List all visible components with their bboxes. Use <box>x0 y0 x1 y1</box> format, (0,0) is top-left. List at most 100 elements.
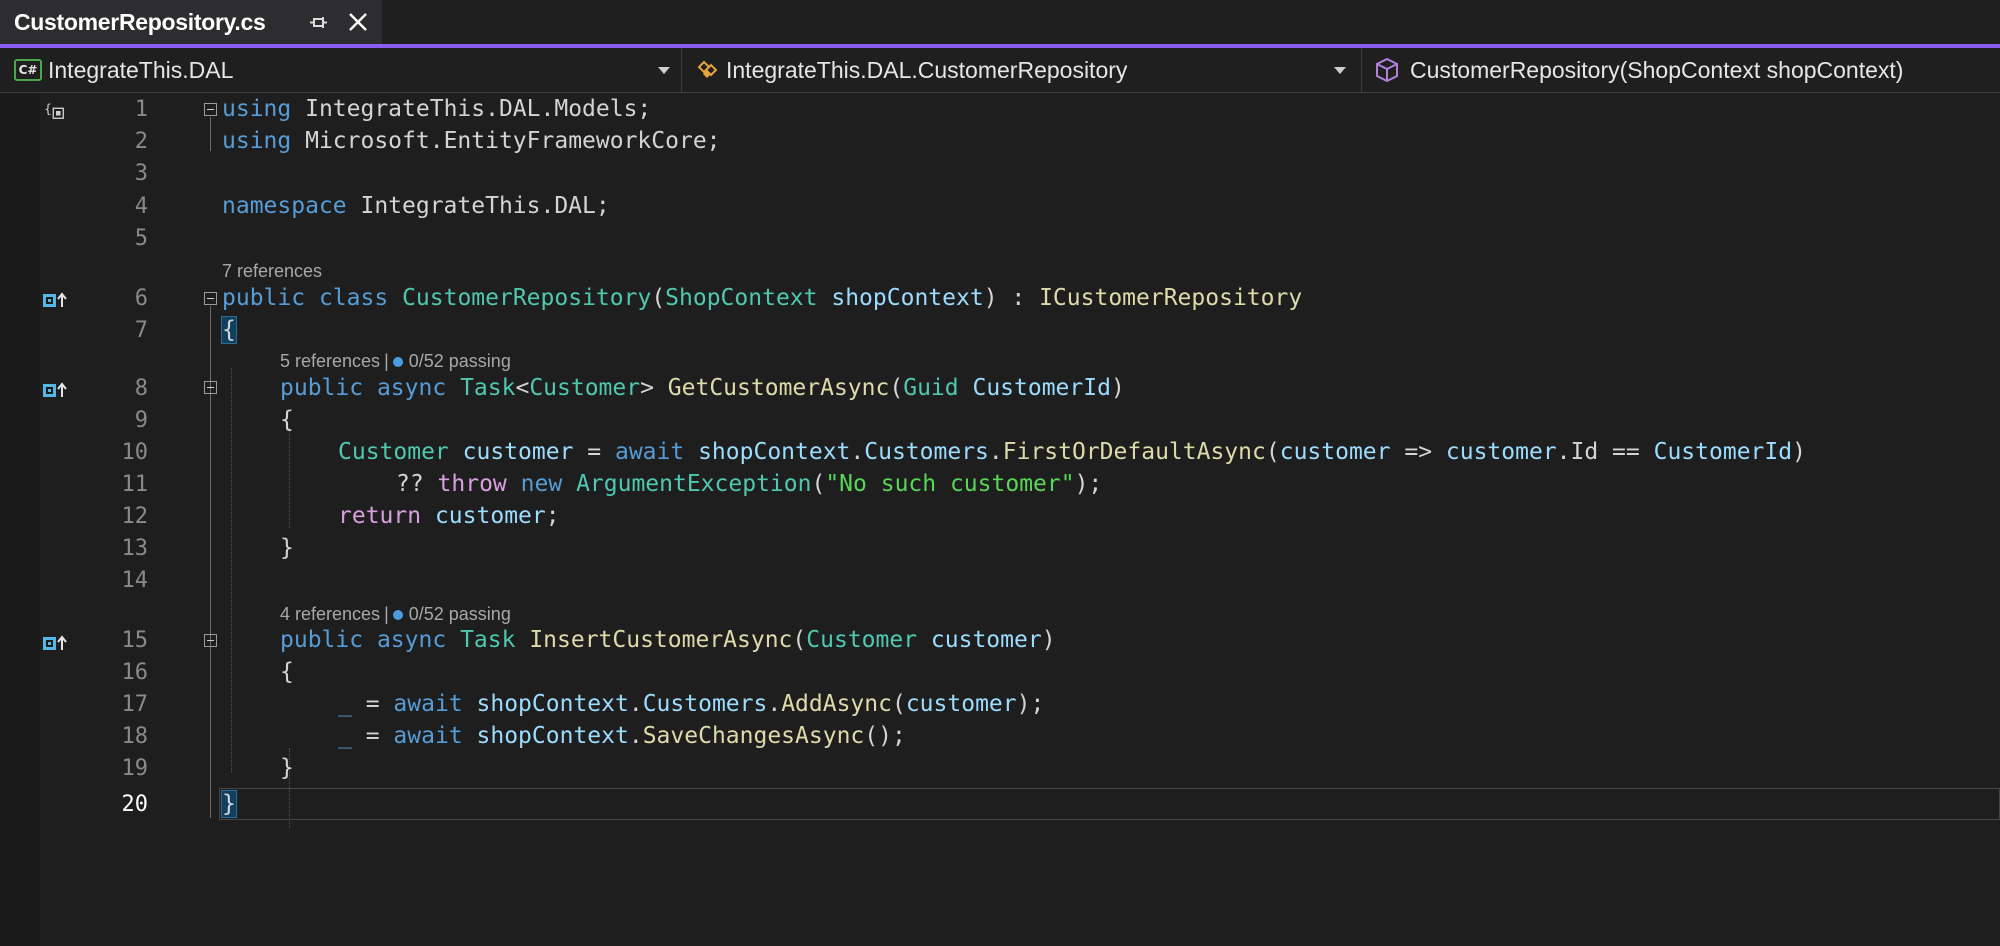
tab-customer-repository[interactable]: CustomerRepository.cs <box>0 0 382 44</box>
type-dropdown[interactable]: IntegrateThis.DAL.CustomerRepository <box>688 48 1362 92</box>
token: FirstOrDefaultAsync <box>1002 439 1266 465</box>
token: = <box>573 439 615 465</box>
code-line-current[interactable]: 20 } <box>0 788 2000 821</box>
class-icon <box>697 60 718 78</box>
test-status-icon <box>392 357 403 367</box>
code-editor[interactable]: { 7 references 5 references | 0/52 passing <box>0 93 2000 946</box>
code-line[interactable]: 8 public async Task<Customer> GetCustome… <box>0 372 2000 405</box>
code-line[interactable]: 19 } <box>0 752 2000 785</box>
tests-link[interactable]: 0/52 passing <box>409 604 511 624</box>
token: namespace <box>222 193 347 219</box>
separator: | <box>384 604 389 624</box>
codelens-get-customer[interactable]: 5 references | 0/52 passing <box>280 349 511 373</box>
token: using <box>222 128 292 154</box>
references-link[interactable]: 5 references <box>280 351 380 371</box>
document-tab-strip: CustomerRepository.cs <box>0 0 2000 48</box>
code-line[interactable]: 9 { <box>0 404 2000 437</box>
code-line[interactable]: 11 ?? throw new ArgumentException("No su… <box>0 468 2000 501</box>
token: shopContext <box>476 723 629 749</box>
token: ( <box>891 691 906 717</box>
token: customer <box>930 627 1042 653</box>
token: => <box>1390 439 1446 465</box>
token: ( <box>811 471 826 497</box>
navigation-bar: C# IntegrateThis.DAL IntegrateThis.DAL.C… <box>0 48 2000 93</box>
token: ) : <box>983 285 1040 311</box>
token: . <box>628 723 643 749</box>
line-number: 5 <box>134 226 148 251</box>
code-line[interactable]: 18 _ = await shopContext.SaveChangesAsyn… <box>0 720 2000 753</box>
token: Task <box>460 627 516 653</box>
member-dropdown[interactable]: CustomerRepository(ShopContext shopConte… <box>1366 48 2000 92</box>
line-number: 17 <box>121 692 149 717</box>
token: ( <box>792 627 807 653</box>
line-number: 12 <box>121 504 149 529</box>
token: CustomerRepository <box>402 285 652 311</box>
token: Task <box>460 375 516 401</box>
token: throw <box>437 471 507 497</box>
line-number: 9 <box>134 408 148 433</box>
code-line[interactable]: 12 return customer; <box>0 500 2000 533</box>
token: } <box>221 790 237 818</box>
line-number: 2 <box>134 129 148 154</box>
code-line[interactable]: 5 <box>0 222 2000 255</box>
line-number: 15 <box>121 628 149 653</box>
code-line[interactable]: 6 public class CustomerRepository(ShopCo… <box>0 282 2000 315</box>
references-link[interactable]: 7 references <box>222 261 322 281</box>
line-number: 16 <box>121 660 149 685</box>
code-line[interactable]: 2 using Microsoft.EntityFrameworkCore; <box>0 125 2000 158</box>
code-line[interactable]: 10 Customer customer = await shopContext… <box>0 436 2000 469</box>
code-line[interactable]: 3 <box>0 157 2000 190</box>
code-line[interactable]: 4 namespace IntegrateThis.DAL; <box>0 190 2000 223</box>
codelens-class-references[interactable]: 7 references <box>222 259 322 283</box>
codelens-insert-customer[interactable]: 4 references | 0/52 passing <box>280 602 511 626</box>
token: } <box>280 535 294 561</box>
token: async <box>376 375 447 401</box>
token: ; <box>545 503 560 529</box>
line-number: 18 <box>121 724 149 749</box>
references-link[interactable]: 4 references <box>280 604 380 624</box>
token: . <box>850 439 865 465</box>
separator: | <box>384 351 389 371</box>
code-line[interactable]: 17 _ = await shopContext.Customers.AddAs… <box>0 688 2000 721</box>
token: public <box>222 285 306 311</box>
code-line[interactable]: 15 public async Task InsertCustomerAsync… <box>0 624 2000 657</box>
token: Microsoft.EntityFrameworkCore; <box>291 128 721 154</box>
close-icon[interactable] <box>346 10 370 34</box>
line-number: 4 <box>134 194 148 219</box>
token: CustomerId <box>1653 439 1793 465</box>
tests-link[interactable]: 0/52 passing <box>409 351 511 371</box>
token: using <box>222 96 292 122</box>
token: "No such customer" <box>825 471 1075 497</box>
token: ShopContext <box>665 285 818 311</box>
project-dropdown[interactable]: C# IntegrateThis.DAL <box>0 48 682 92</box>
code-line[interactable]: 7 { <box>0 314 2000 347</box>
token: Customer <box>338 439 449 465</box>
pin-icon[interactable] <box>308 12 330 34</box>
code-line[interactable]: 1 using IntegrateThis.DAL.Models; <box>0 93 2000 126</box>
tab-title: CustomerRepository.cs <box>14 8 266 35</box>
token: SaveChangesAsync <box>642 723 865 749</box>
line-number: 6 <box>134 286 148 311</box>
code-line[interactable]: 13 } <box>0 532 2000 565</box>
line-number: 14 <box>121 568 149 593</box>
token: IntegrateThis.DAL.Models; <box>291 96 652 122</box>
cube-icon <box>1376 57 1398 83</box>
token: await <box>614 439 685 465</box>
token: IntegrateThis.DAL; <box>346 193 610 219</box>
chevron-down-icon <box>658 67 670 74</box>
token: ArgumentException <box>576 471 812 497</box>
project-dropdown-value: IntegrateThis.DAL <box>48 56 234 83</box>
code-line[interactable]: 16 { <box>0 656 2000 689</box>
token: _ <box>338 723 352 749</box>
code-line[interactable]: 14 <box>0 564 2000 597</box>
token: ?? <box>396 471 438 497</box>
